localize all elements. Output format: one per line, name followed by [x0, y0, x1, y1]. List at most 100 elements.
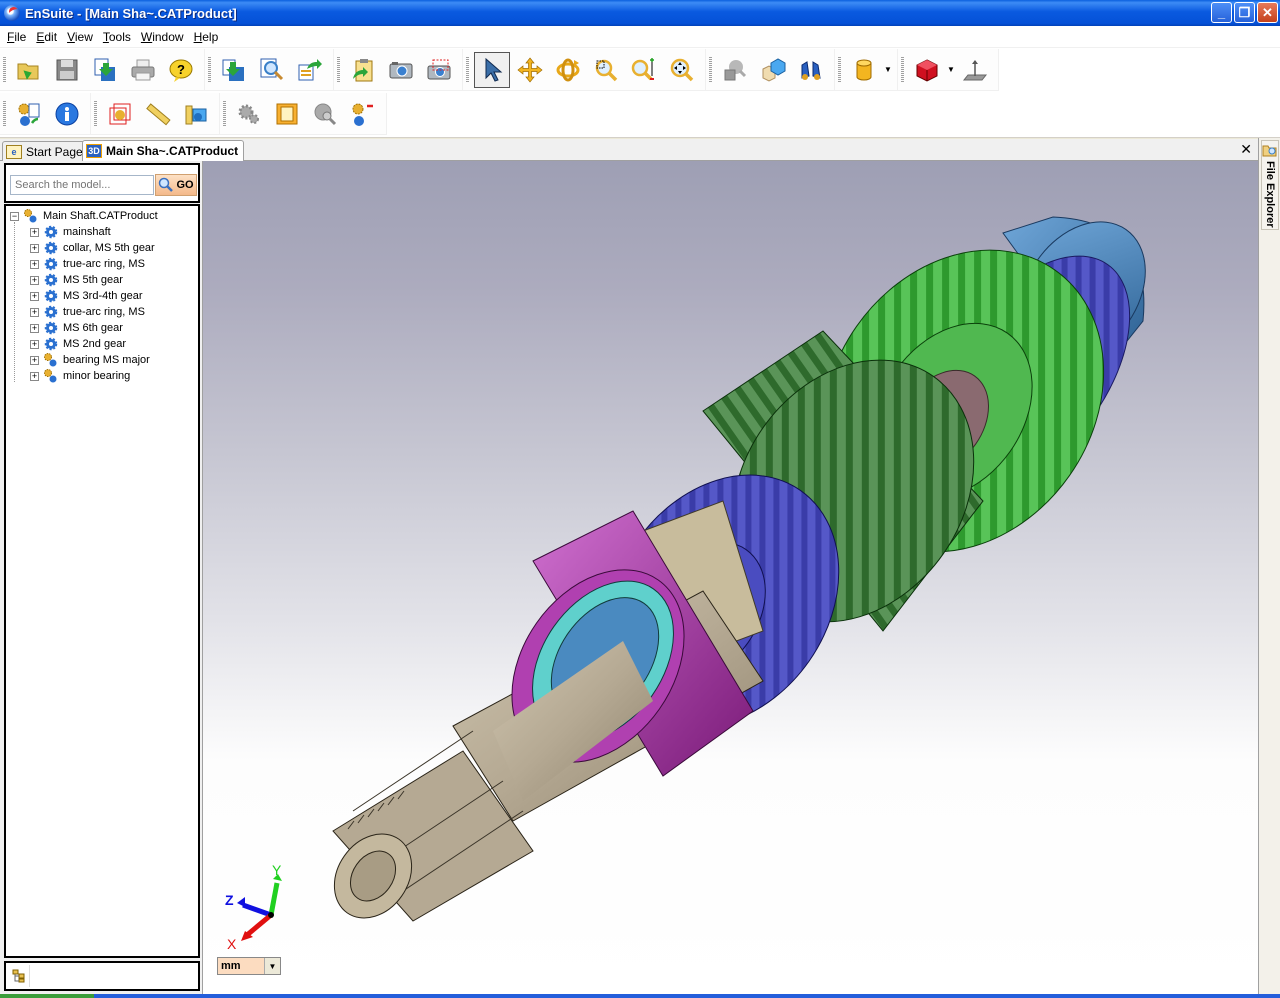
expand-toggle[interactable]: +: [30, 323, 39, 333]
y-axis-label: Y: [272, 863, 282, 878]
rotate-button[interactable]: [550, 52, 586, 88]
save-button[interactable]: [49, 52, 85, 88]
tree-item[interactable]: + MS 6th gear: [30, 320, 123, 336]
binoculars-icon: [801, 60, 821, 80]
tab-start-page[interactable]: e Start Page: [2, 141, 89, 161]
cylinder-button[interactable]: [846, 52, 882, 88]
tree-view-button[interactable]: [8, 965, 30, 987]
menu-edit[interactable]: Edit: [31, 30, 62, 44]
expand-toggle[interactable]: +: [30, 371, 39, 381]
remove-component-button[interactable]: [345, 96, 381, 132]
camera-button[interactable]: [383, 52, 419, 88]
cylinder-icon: [856, 59, 872, 80]
title-bar: EnSuite - [Main Sha~.CATProduct] _ ❐ ✕: [0, 0, 1280, 26]
search-input[interactable]: [10, 175, 154, 195]
send-icon: [298, 58, 322, 80]
toolbar-group-file: ?: [0, 49, 205, 91]
menu-help[interactable]: Help: [189, 30, 224, 44]
open-button[interactable]: [11, 52, 47, 88]
tree-item[interactable]: + MS 3rd-4th gear: [30, 288, 142, 304]
unit-select[interactable]: mm ▼: [217, 957, 281, 975]
collapse-toggle[interactable]: −: [10, 211, 19, 221]
x-axis-label: X: [227, 936, 237, 952]
go-label: GO: [176, 179, 194, 191]
side-panel-strip: File Explorer: [1258, 138, 1280, 994]
search-go-button[interactable]: GO: [155, 174, 197, 196]
tree-item[interactable]: + bearing MS major: [30, 352, 150, 368]
main-shaft-model[interactable]: [203, 161, 1258, 994]
snapshot-region-button[interactable]: [421, 52, 457, 88]
tree-item[interactable]: + MS 2nd gear: [30, 336, 126, 352]
zoom-box-icon: [595, 59, 618, 81]
tree-item[interactable]: + mainshaft: [30, 224, 111, 240]
tree-item[interactable]: + MS 5th gear: [30, 272, 123, 288]
tab-main-shaft[interactable]: 3D Main Sha~.CATProduct: [82, 140, 245, 161]
expand-toggle[interactable]: +: [30, 275, 39, 285]
expand-toggle[interactable]: +: [30, 307, 39, 317]
cube-dropdown-arrow[interactable]: ▼: [946, 65, 956, 74]
export-button[interactable]: [216, 52, 252, 88]
preview-button[interactable]: [254, 52, 290, 88]
menu-window[interactable]: Window: [136, 30, 189, 44]
zoom-fit-button[interactable]: [664, 52, 700, 88]
zoom-in-out-icon: [631, 57, 654, 80]
expand-toggle[interactable]: +: [30, 339, 39, 349]
tree-item[interactable]: + true-arc ring, MS: [30, 304, 145, 320]
import-button[interactable]: [87, 52, 123, 88]
bounding-box-button[interactable]: [102, 96, 138, 132]
info-icon: [55, 102, 79, 125]
window-title: EnSuite - [Main Sha~.CATProduct]: [25, 5, 237, 21]
expand-toggle[interactable]: +: [30, 355, 39, 365]
tree-view-icon: [12, 969, 24, 983]
product-properties-button[interactable]: [11, 96, 47, 132]
paste-button[interactable]: [345, 52, 381, 88]
tree-item-label: bearing MS major: [63, 354, 150, 366]
print-button[interactable]: [125, 52, 161, 88]
restore-icon: ❐: [1238, 4, 1251, 20]
help-button[interactable]: ?: [163, 52, 199, 88]
3d-viewport[interactable]: Y Z X mm ▼: [202, 161, 1258, 994]
send-button[interactable]: [292, 52, 328, 88]
minimize-button[interactable]: _: [1211, 2, 1232, 23]
binoculars-button[interactable]: [793, 52, 829, 88]
measure-button[interactable]: [140, 96, 176, 132]
tree-item[interactable]: + collar, MS 5th gear: [30, 240, 155, 256]
tree-item-label: MS 3rd-4th gear: [63, 290, 143, 302]
explode-button[interactable]: [755, 52, 791, 88]
tree-root-label: Main Shaft.CATProduct: [43, 210, 158, 222]
search-box: GO: [4, 163, 200, 203]
analyze-button[interactable]: [307, 96, 343, 132]
close-button[interactable]: ✕: [1257, 2, 1278, 23]
plane-button[interactable]: [957, 52, 993, 88]
tree-item[interactable]: + minor bearing: [30, 368, 130, 384]
analyze-icon: [314, 103, 337, 125]
menu-tools[interactable]: Tools: [98, 30, 136, 44]
hide-button[interactable]: [717, 52, 753, 88]
info-button[interactable]: [49, 96, 85, 132]
expand-toggle[interactable]: +: [30, 291, 39, 301]
settings-button[interactable]: [231, 96, 267, 132]
cylinder-dropdown-arrow[interactable]: ▼: [883, 65, 893, 74]
file-explorer-tab[interactable]: File Explorer: [1261, 140, 1279, 230]
expand-toggle[interactable]: +: [30, 243, 39, 253]
hide-icon: [724, 59, 747, 80]
cube-button[interactable]: [909, 52, 945, 88]
tree-item[interactable]: + true-arc ring, MS: [30, 256, 145, 272]
tree-item-label: true-arc ring, MS: [63, 258, 145, 270]
restore-button[interactable]: ❐: [1234, 2, 1255, 23]
y-axis: [268, 882, 280, 916]
select-button[interactable]: [474, 51, 510, 88]
zoom-box-button[interactable]: [588, 52, 624, 88]
close-tab-button[interactable]: ✕: [1240, 141, 1252, 158]
expand-toggle[interactable]: +: [30, 259, 39, 269]
menu-file[interactable]: File: [2, 30, 31, 44]
frame-button[interactable]: [269, 96, 305, 132]
tree-root[interactable]: − Main Shaft.CATProduct: [10, 208, 158, 224]
rotate-icon: [556, 58, 580, 81]
pan-button[interactable]: [512, 52, 548, 88]
section-button[interactable]: [178, 96, 214, 132]
zoom-in-out-button[interactable]: [626, 52, 662, 88]
expand-toggle[interactable]: +: [30, 227, 39, 237]
menu-view[interactable]: View: [62, 30, 98, 44]
toolbar-group-view: [706, 49, 835, 91]
